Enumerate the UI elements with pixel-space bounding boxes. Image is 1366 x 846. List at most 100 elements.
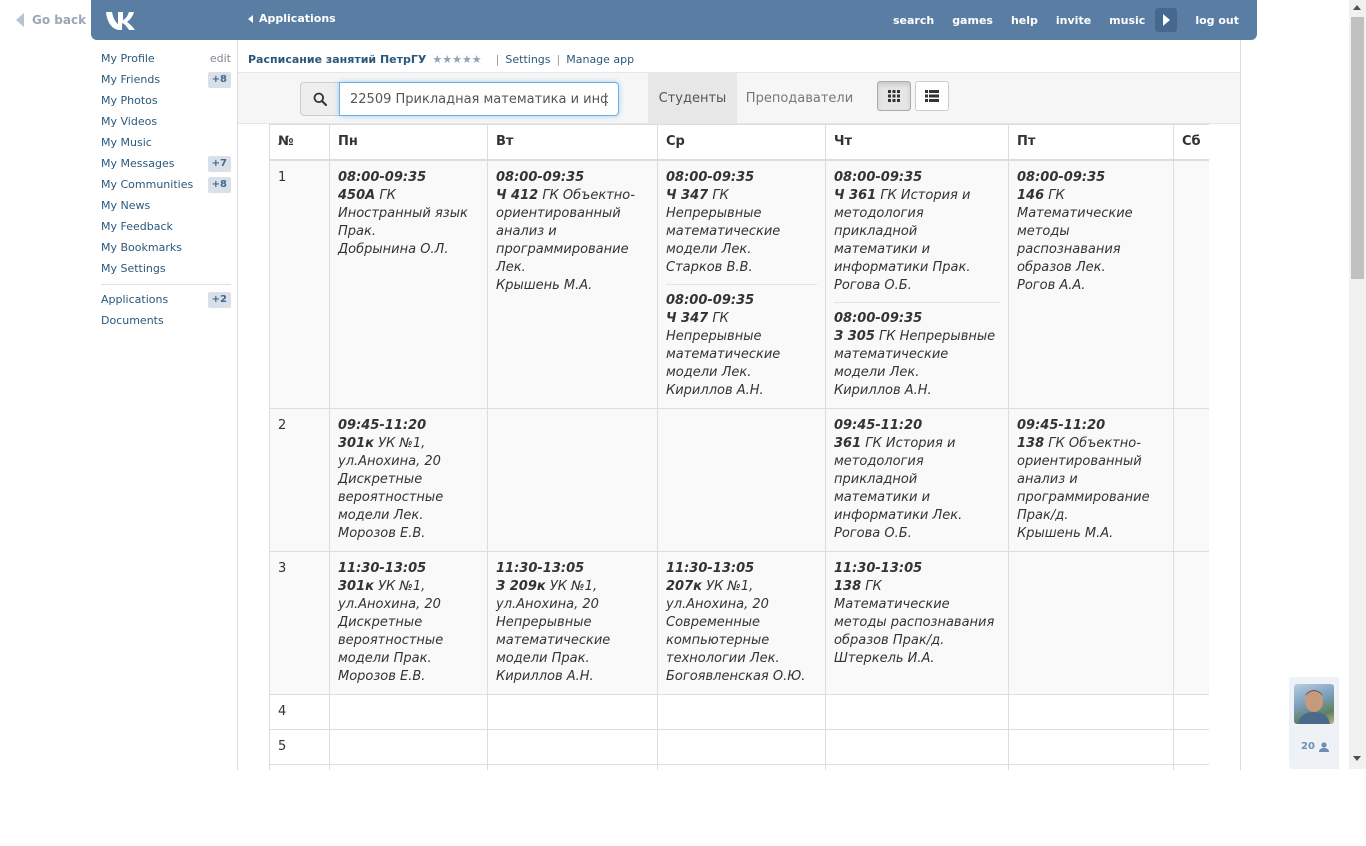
- app-title[interactable]: Расписание занятий ПетрГУ: [248, 53, 426, 66]
- page-scrollbar[interactable]: [1349, 0, 1366, 769]
- lesson-teacher: Морозов Е.В.: [338, 525, 426, 541]
- tab-teachers[interactable]: Преподаватели: [737, 73, 862, 123]
- sidebar-item-photos[interactable]: My Photos: [101, 90, 231, 111]
- schedule-cell-tue: [487, 693, 658, 730]
- lesson-room: З 209к: [496, 578, 546, 594]
- lesson-entry: 08:00-09:35 Ч 347 ГК Непрерывные математи…: [666, 169, 817, 277]
- lesson-room: 138: [834, 578, 862, 594]
- nav-games-link[interactable]: games: [952, 14, 993, 27]
- play-button[interactable]: [1155, 8, 1178, 32]
- lesson-entry: 09:45-11:20 301к УК №1, ул.Анохина, 20 Ди…: [338, 417, 479, 543]
- schedule-cell-sat: [1173, 763, 1209, 770]
- lesson-time: 09:45-11:20: [338, 417, 427, 433]
- sidebar-item-bookmarks[interactable]: My Bookmarks: [101, 237, 231, 258]
- schedule-cell-tue: [487, 728, 658, 765]
- schedule-cell-fri: [1008, 763, 1174, 770]
- schedule-cell-sat: [1173, 159, 1209, 409]
- tab-students[interactable]: Студенты: [648, 73, 737, 123]
- lesson-number-cell: 4: [269, 693, 330, 730]
- schedule-toolbar: Студенты Преподаватели: [238, 72, 1240, 124]
- messages-count-badge: +7: [207, 155, 231, 172]
- schedule-cell-thu: 09:45-11:20 361 ГК История и методология …: [825, 407, 1009, 552]
- left-sidebar: My Profile edit My Friends +8 My Photos …: [101, 48, 231, 331]
- sidebar-item-label: My Videos: [101, 115, 158, 128]
- lesson-entry: 08:00-09:35 Ч 347 ГК Непрерывные математи…: [666, 283, 817, 400]
- separator: |: [495, 53, 500, 66]
- header-cell-mon: Пн: [329, 124, 488, 161]
- search-button[interactable]: [300, 82, 339, 116]
- search-icon: [313, 92, 327, 106]
- group-search-input[interactable]: [339, 82, 619, 116]
- grid-view-button[interactable]: [877, 81, 911, 111]
- header-cell-thu: Чт: [825, 124, 1009, 161]
- profile-edit-link[interactable]: edit: [210, 52, 231, 65]
- schedule-cell-thu: [825, 693, 1009, 730]
- online-friends-count: 20: [1301, 741, 1329, 752]
- friends-online-widget[interactable]: 20: [1289, 677, 1339, 769]
- sidebar-item-documents[interactable]: Documents: [101, 310, 231, 331]
- sidebar-item-applications[interactable]: Applications +2: [101, 289, 231, 310]
- sidebar-divider: [101, 284, 231, 285]
- avatar[interactable]: [1294, 684, 1334, 724]
- sidebar-item-news[interactable]: My News: [101, 195, 231, 216]
- manage-app-link[interactable]: Manage app: [566, 53, 634, 66]
- sidebar-item-label: My Messages: [101, 157, 175, 170]
- lesson-number-cell: 3: [269, 550, 330, 695]
- lesson-entry: 09:45-11:20 361 ГК История и методология …: [834, 417, 1000, 543]
- sidebar-item-friends[interactable]: My Friends +8: [101, 69, 231, 90]
- user-icon: [1318, 741, 1329, 752]
- lesson-room: Ч 347: [666, 310, 709, 326]
- lesson-room: 146: [1017, 187, 1045, 203]
- lesson-teacher: Крышень М.А.: [1017, 525, 1114, 541]
- sidebar-item-music[interactable]: My Music: [101, 132, 231, 153]
- table-header-row: № Пн Вт Ср Чт Пт Сб: [269, 124, 1209, 161]
- lesson-teacher: Кириллов А.Н.: [666, 382, 764, 398]
- sidebar-item-label: My Bookmarks: [101, 241, 182, 254]
- nav-help-link[interactable]: help: [1011, 14, 1038, 27]
- nav-search-link[interactable]: search: [893, 14, 934, 27]
- schedule-cell-thu: [825, 763, 1009, 770]
- lesson-room: 301к: [338, 578, 374, 594]
- schedule-cell-fri: 09:45-11:20 138 ГК Объектно-ориентированн…: [1008, 407, 1174, 552]
- sidebar-item-profile[interactable]: My Profile edit: [101, 48, 231, 69]
- lesson-teacher: Рогов А.А.: [1017, 277, 1086, 293]
- table-row: 3 11:30-13:05 301к УК №1, ул.Анохина, 20 Д…: [269, 550, 1209, 695]
- app-settings-link[interactable]: Settings: [505, 53, 550, 66]
- lesson-number-cell: 1: [269, 159, 330, 409]
- lesson-details: 207к УК №1, ул.Анохина, 20 Современные к…: [666, 578, 817, 668]
- scrollbar-thumb[interactable]: [1351, 17, 1364, 279]
- schedule-cell-mon: [329, 693, 488, 730]
- nav-music-link[interactable]: music: [1109, 14, 1145, 27]
- sidebar-item-messages[interactable]: My Messages +7: [101, 153, 231, 174]
- sidebar-item-communities[interactable]: My Communities +8: [101, 174, 231, 195]
- nav-invite-link[interactable]: invite: [1056, 14, 1091, 27]
- sidebar-item-label: Applications: [101, 293, 169, 306]
- breadcrumb-applications[interactable]: Applications: [248, 12, 336, 25]
- separator: |: [556, 53, 561, 66]
- table-row: 4: [269, 693, 1209, 730]
- communities-count-badge: +8: [207, 176, 231, 193]
- back-arrow-icon: [16, 13, 24, 27]
- top-header: Applications search games help invite mu…: [91, 0, 1257, 40]
- lesson-room: 361: [834, 435, 862, 451]
- go-back-link[interactable]: Go back: [16, 11, 86, 29]
- vk-logo-icon[interactable]: [105, 9, 139, 31]
- table-row: 1 08:00-09:35 450А ГК Иностранный язык Пра…: [269, 159, 1209, 409]
- sidebar-item-videos[interactable]: My Videos: [101, 111, 231, 132]
- play-icon: [1162, 14, 1170, 26]
- lesson-details: 450А ГК Иностранный язык Прак.: [338, 187, 479, 241]
- lesson-details: 138 ГК Математические методы распознаван…: [834, 578, 1000, 650]
- sidebar-item-label: My Friends: [101, 73, 161, 86]
- scroll-up-arrow-icon[interactable]: [1353, 5, 1361, 10]
- schedule-cell-sat: [1173, 407, 1209, 552]
- schedule-cell-tue: [487, 763, 658, 770]
- sidebar-item-feedback[interactable]: My Feedback: [101, 216, 231, 237]
- schedule-cell-mon: [329, 728, 488, 765]
- sidebar-item-settings[interactable]: My Settings: [101, 258, 231, 279]
- scroll-down-arrow-icon[interactable]: [1353, 756, 1361, 761]
- sidebar-item-label: My Photos: [101, 94, 158, 107]
- list-view-button[interactable]: [915, 81, 949, 111]
- header-cell-wed: Ср: [657, 124, 826, 161]
- logout-link[interactable]: log out: [1195, 14, 1239, 27]
- schedule-cell-fri: [1008, 550, 1174, 695]
